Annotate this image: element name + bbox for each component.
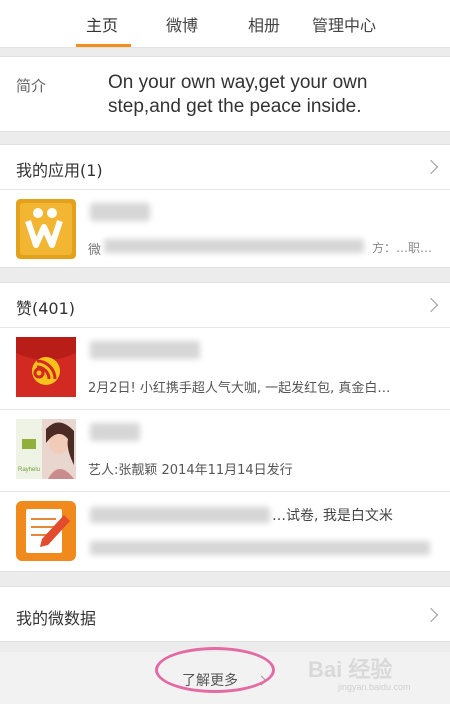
album-cover-thumbnail[interactable]: Rayhelu [16, 419, 76, 479]
divider [0, 409, 450, 410]
active-tab-indicator [76, 44, 131, 47]
divider [0, 491, 450, 492]
app-w-icon[interactable] [16, 199, 76, 259]
likes-section: 赞(401) 2月2日! 小红携手超人气大咖, 一起发红包, 真金白… Rayh… [0, 282, 450, 572]
intro-section: 简介 On your own way,get your own step,and… [0, 56, 450, 132]
intro-label: 简介 [16, 77, 47, 95]
blurred-item-title [90, 507, 270, 523]
chevron-right-icon[interactable] [423, 607, 439, 623]
my-apps-title[interactable]: 我的应用(1) [16, 157, 103, 181]
red-envelope-icon[interactable] [16, 337, 76, 397]
intro-text: On your own way,get your own step,and ge… [108, 72, 368, 117]
blurred-item-title [90, 423, 140, 441]
highlight-circle [155, 647, 275, 693]
blurred-app-desc [104, 239, 364, 253]
top-tab-bar: 主页 微博 相册 管理中心 [0, 0, 450, 48]
app-desc-prefix: 微 [88, 243, 102, 258]
app-desc-suffix: 方：…职… [372, 241, 433, 255]
tab-admin-center[interactable]: 管理中心 [312, 12, 376, 36]
divider [0, 327, 450, 328]
like-item-desc: 2月2日! 小红携手超人气大咖, 一起发红包, 真金白… [88, 381, 391, 396]
tab-home[interactable]: 主页 [86, 12, 118, 36]
weidata-label[interactable]: 我的微数据 [16, 605, 96, 629]
watermark: Bai 经验 [308, 657, 393, 682]
tab-weibo[interactable]: 微博 [166, 12, 198, 36]
tab-album[interactable]: 相册 [248, 12, 280, 36]
svg-text:Rayhelu: Rayhelu [18, 467, 40, 473]
like-item-desc: 艺人:张靓颖 2014年11月14日发行 [88, 463, 293, 478]
chevron-right-icon[interactable] [423, 297, 439, 313]
blurred-app-name [90, 203, 150, 221]
notepad-pencil-icon[interactable] [16, 501, 76, 561]
blurred-item-title [90, 341, 200, 359]
weidata-section[interactable]: 我的微数据 [0, 586, 450, 642]
likes-title[interactable]: 赞(401) [16, 295, 75, 319]
my-apps-section: 我的应用(1) 微 方：…职… [0, 144, 450, 268]
like-item-title-visible: …试卷, 我是白文米 [272, 508, 393, 524]
watermark-url: jingyan.baidu.com [338, 682, 411, 692]
chevron-right-icon[interactable] [423, 159, 439, 175]
blurred-item-desc [90, 541, 430, 555]
divider [0, 189, 450, 190]
